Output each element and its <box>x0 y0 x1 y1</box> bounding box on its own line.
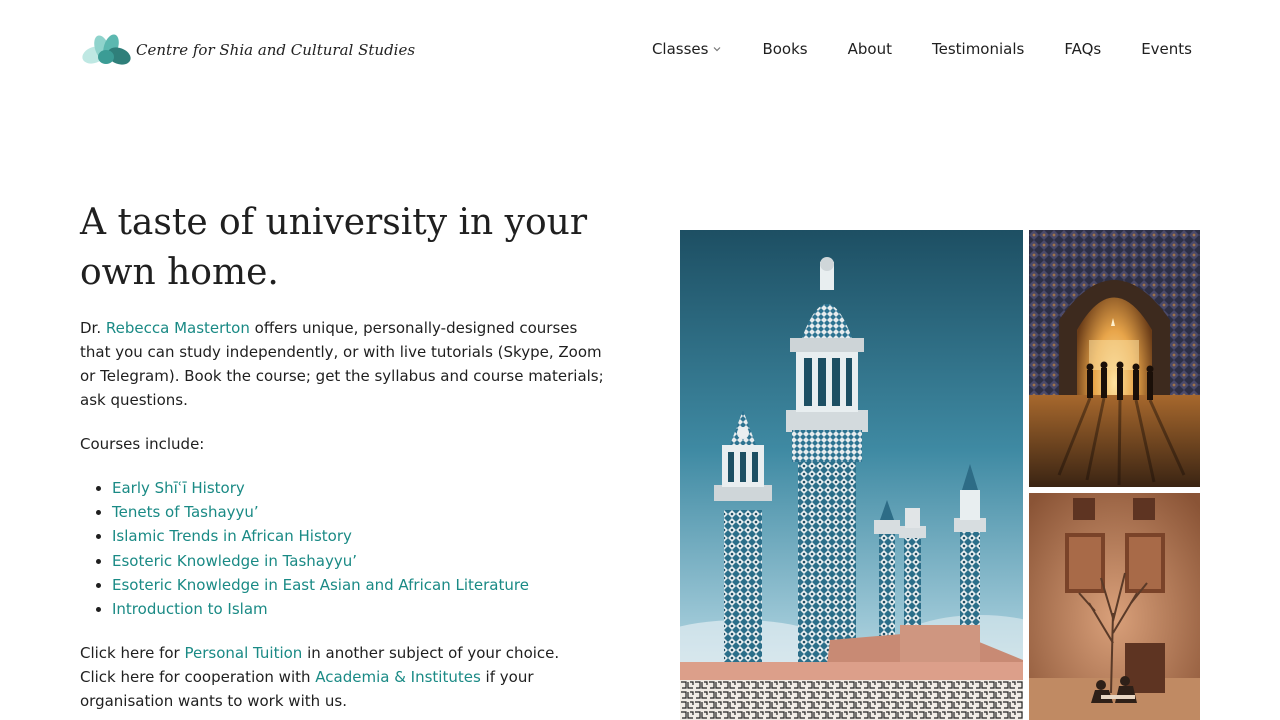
nav-item-label: Classes <box>651 40 709 58</box>
intro-prefix: Dr. <box>80 319 106 337</box>
chevron-down-icon <box>714 47 721 52</box>
lotus-icon <box>82 34 131 65</box>
nav-item-faqs[interactable]: FAQs <box>1064 40 1101 58</box>
brand-name: Centre for Shia and Cultural Studies <box>136 41 416 59</box>
nav-item-about[interactable]: About <box>848 40 892 58</box>
courses-list: Early Shīʿī History Tenets of Tashayyu’ … <box>80 476 529 621</box>
course-link-early-shii-history[interactable]: Early Shīʿī History <box>112 479 245 497</box>
academia-institutes-link[interactable]: Academia & Institutes <box>315 668 481 686</box>
course-link-esoteric-knowledge-tashayyu[interactable]: Esoteric Knowledge in Tashayyu’ <box>112 552 357 570</box>
site-header: Centre for Shia and Cultural Studies Cla… <box>0 0 1280 100</box>
list-item: Esoteric Knowledge in Tashayyu’ <box>112 549 529 573</box>
nav-item-books[interactable]: Books <box>762 40 807 58</box>
cta-paragraph: Click here for Personal Tuition in anoth… <box>80 641 608 713</box>
personal-tuition-link[interactable]: Personal Tuition <box>184 644 302 662</box>
course-link-tenets-of-tashayyu[interactable]: Tenets of Tashayyu’ <box>112 503 259 521</box>
intro-paragraph: Dr. Rebecca Masterton offers unique, per… <box>80 316 608 412</box>
rebecca-masterton-link[interactable]: Rebecca Masterton <box>106 319 250 337</box>
tuition-prefix: Click here for <box>80 644 185 662</box>
mosque-minarets-photo <box>680 230 1023 720</box>
tuition-suffix: in another subject of your choice. <box>302 644 560 662</box>
nav-item-classes[interactable]: Classes <box>652 40 723 58</box>
nav-item-testimonials[interactable]: Testimonials <box>932 40 1024 58</box>
list-item: Esoteric Knowledge in East Asian and Afr… <box>112 573 529 597</box>
nav-item-events[interactable]: Events <box>1141 40 1192 58</box>
course-link-esoteric-knowledge-literature[interactable]: Esoteric Knowledge in East Asian and Afr… <box>112 576 529 594</box>
shrine-archway-photo <box>1029 230 1200 487</box>
list-item: Introduction to Islam <box>112 597 529 621</box>
course-link-islamic-trends-african-history[interactable]: Islamic Trends in African History <box>112 527 352 545</box>
courtyard-photo <box>1029 493 1200 720</box>
courses-heading: Courses include: <box>80 435 205 453</box>
list-item: Early Shīʿī History <box>112 476 529 500</box>
list-item: Tenets of Tashayyu’ <box>112 500 529 524</box>
brand-home-link[interactable]: Centre for Shia and Cultural Studies <box>80 33 415 67</box>
course-link-introduction-to-islam[interactable]: Introduction to Islam <box>112 600 268 618</box>
list-item: Islamic Trends in African History <box>112 524 529 548</box>
main-nav: Classes Books About Testimonials FAQs Ev… <box>652 40 1192 58</box>
cooperation-prefix: Click here for cooperation with <box>80 668 316 686</box>
page-title: A taste of university in your own home. <box>80 202 588 293</box>
